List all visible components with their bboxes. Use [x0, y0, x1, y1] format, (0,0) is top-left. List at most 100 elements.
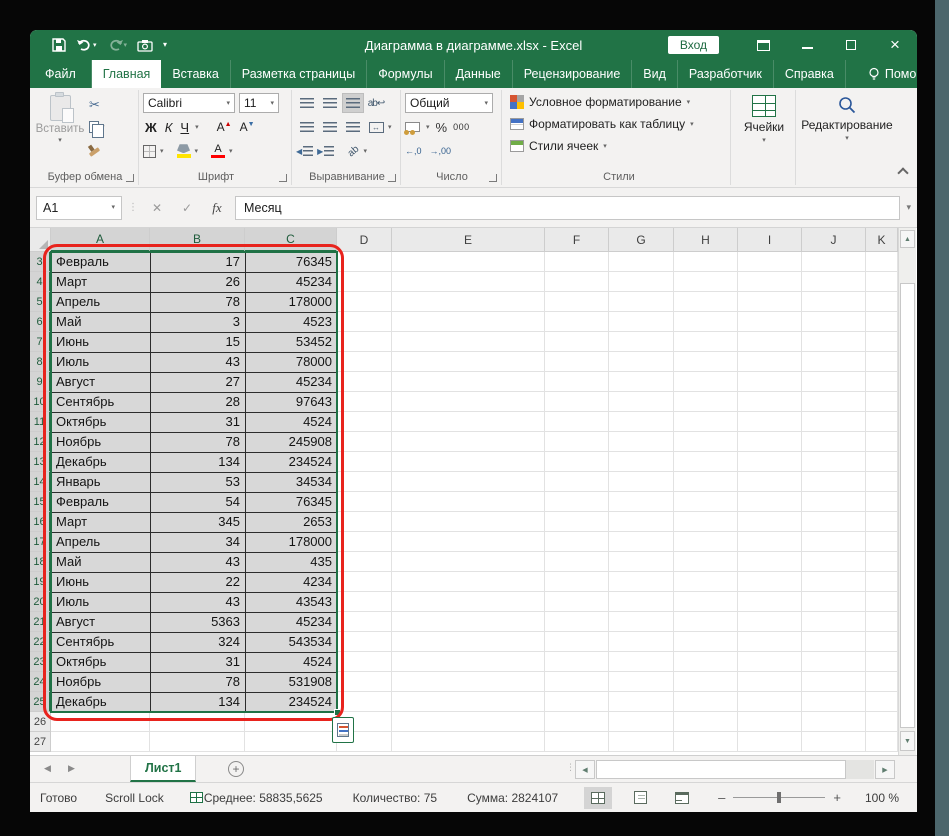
cell-value2[interactable]: 45234: [246, 373, 338, 393]
column-header-I[interactable]: I: [738, 228, 802, 252]
cell-month[interactable]: Июнь: [52, 573, 151, 593]
qat-customize-icon[interactable]: ▾: [163, 41, 167, 49]
percent-style-button[interactable]: %: [436, 120, 448, 135]
fill-color-button[interactable]: [177, 144, 191, 158]
cells-button[interactable]: Ячейки ▾: [735, 91, 793, 169]
row-header-16[interactable]: 16: [30, 512, 51, 532]
zoom-track[interactable]: [733, 797, 825, 798]
row-header-3[interactable]: 3: [30, 252, 51, 272]
align-right-button[interactable]: [342, 117, 364, 137]
save-icon[interactable]: [52, 38, 66, 52]
row-header-27[interactable]: 27: [30, 732, 51, 752]
merge-center-button[interactable]: ↔: [365, 117, 387, 137]
cell-value1[interactable]: 34: [151, 533, 246, 553]
row-header-20[interactable]: 20: [30, 592, 51, 612]
tellme-help[interactable]: Помощн: [858, 60, 917, 88]
cell-value2[interactable]: 4524: [246, 413, 338, 433]
cell-month[interactable]: Июль: [52, 593, 151, 613]
row-header-18[interactable]: 18: [30, 552, 51, 572]
font-color-button[interactable]: А: [211, 144, 225, 159]
sheet-nav-left-icon[interactable]: ◀: [44, 763, 51, 774]
cell-value1[interactable]: 5363: [151, 613, 246, 633]
name-box[interactable]: A1▾: [36, 196, 122, 220]
cut-button[interactable]: ✂: [86, 95, 108, 115]
orientation-button[interactable]: ab: [346, 143, 362, 159]
scroll-left-icon[interactable]: ◀: [575, 760, 595, 779]
cell-value1[interactable]: 28: [151, 393, 246, 413]
align-middle-button[interactable]: [319, 93, 341, 113]
align-center-button[interactable]: [319, 117, 341, 137]
cell-value1[interactable]: 345: [151, 513, 246, 533]
column-header-E[interactable]: E: [392, 228, 545, 252]
column-header-A[interactable]: A: [51, 228, 150, 252]
cell-value2[interactable]: 234524: [246, 693, 338, 713]
cell-value2[interactable]: 2653: [246, 513, 338, 533]
row-header-26[interactable]: 26: [30, 712, 51, 732]
wrap-text-button[interactable]: ab↩: [365, 93, 387, 113]
tab-файл[interactable]: Файл: [30, 60, 92, 88]
cell-month[interactable]: Июль: [52, 353, 151, 373]
maximize-button[interactable]: [829, 30, 873, 60]
paste-button[interactable]: Вставить ▾: [34, 91, 86, 169]
close-button[interactable]: ×: [873, 30, 917, 60]
row-header-23[interactable]: 23: [30, 652, 51, 672]
cell-value1[interactable]: 17: [151, 253, 246, 273]
column-header-B[interactable]: B: [150, 228, 245, 252]
row-header-19[interactable]: 19: [30, 572, 51, 592]
row-header-24[interactable]: 24: [30, 672, 51, 692]
signin-button[interactable]: Вход: [668, 36, 719, 54]
cell-value1[interactable]: 134: [151, 693, 246, 713]
cell-month[interactable]: Декабрь: [52, 693, 151, 713]
tab-главная[interactable]: Главная: [92, 60, 162, 88]
borders-icon[interactable]: [143, 145, 156, 158]
cell-month[interactable]: Март: [52, 273, 151, 293]
cell-value2[interactable]: 45234: [246, 273, 338, 293]
cell-month[interactable]: Январь: [52, 473, 151, 493]
cell-value1[interactable]: 27: [151, 373, 246, 393]
undo-dropdown-icon[interactable]: ▾: [93, 42, 97, 49]
cell-month[interactable]: Июнь: [52, 333, 151, 353]
conditional-formatting-button[interactable]: Условное форматирование▾: [510, 91, 728, 113]
dialog-launcher-icon[interactable]: [279, 174, 287, 182]
underline-button[interactable]: Ч: [178, 120, 191, 135]
cell-value1[interactable]: 43: [151, 353, 246, 373]
format-painter-button[interactable]: [86, 139, 108, 159]
row-header-14[interactable]: 14: [30, 472, 51, 492]
cell-value1[interactable]: 54: [151, 493, 246, 513]
row-header-13[interactable]: 13: [30, 452, 51, 472]
cell-styles-button[interactable]: Стили ячеек▾: [510, 135, 728, 157]
decrease-indent-button[interactable]: ◀: [296, 146, 313, 156]
undo-button[interactable]: ▾: [76, 38, 97, 52]
cell-month[interactable]: Март: [52, 513, 151, 533]
camera-icon[interactable]: [137, 39, 153, 52]
align-bottom-button[interactable]: [342, 93, 364, 113]
cell-value2[interactable]: 34534: [246, 473, 338, 493]
column-header-G[interactable]: G: [609, 228, 674, 252]
row-header-7[interactable]: 7: [30, 332, 51, 352]
row-header-22[interactable]: 22: [30, 632, 51, 652]
insert-function-icon[interactable]: fx: [205, 200, 229, 216]
cell-value2[interactable]: 4523: [246, 313, 338, 333]
font-size-combo[interactable]: 11▾: [239, 93, 279, 113]
tab-разработчик[interactable]: Разработчик: [678, 60, 774, 88]
tab-разметка-страницы[interactable]: Разметка страницы: [231, 60, 367, 88]
cell-month[interactable]: Октябрь: [52, 413, 151, 433]
cell-value1[interactable]: 31: [151, 413, 246, 433]
copy-button[interactable]: ▾: [86, 117, 108, 137]
editing-button[interactable]: Редактирование ▾: [800, 91, 894, 169]
redo-button[interactable]: ▾: [107, 38, 128, 52]
cell-month[interactable]: Апрель: [52, 293, 151, 313]
tab-scroll-divider[interactable]: ⋮: [566, 762, 575, 773]
cell-value1[interactable]: 22: [151, 573, 246, 593]
cell-value1[interactable]: 43: [151, 553, 246, 573]
row-header-10[interactable]: 10: [30, 392, 51, 412]
cell-value2[interactable]: 543534: [246, 633, 338, 653]
vertical-scroll-thumb[interactable]: [900, 283, 915, 728]
row-header-25[interactable]: 25: [30, 692, 51, 712]
zoom-thumb[interactable]: [777, 792, 781, 803]
macro-record-icon[interactable]: [190, 792, 203, 803]
view-normal-button[interactable]: [584, 787, 612, 809]
tab-рецензирование[interactable]: Рецензирование: [513, 60, 633, 88]
cell-value2[interactable]: 178000: [246, 533, 338, 553]
row-header-9[interactable]: 9: [30, 372, 51, 392]
